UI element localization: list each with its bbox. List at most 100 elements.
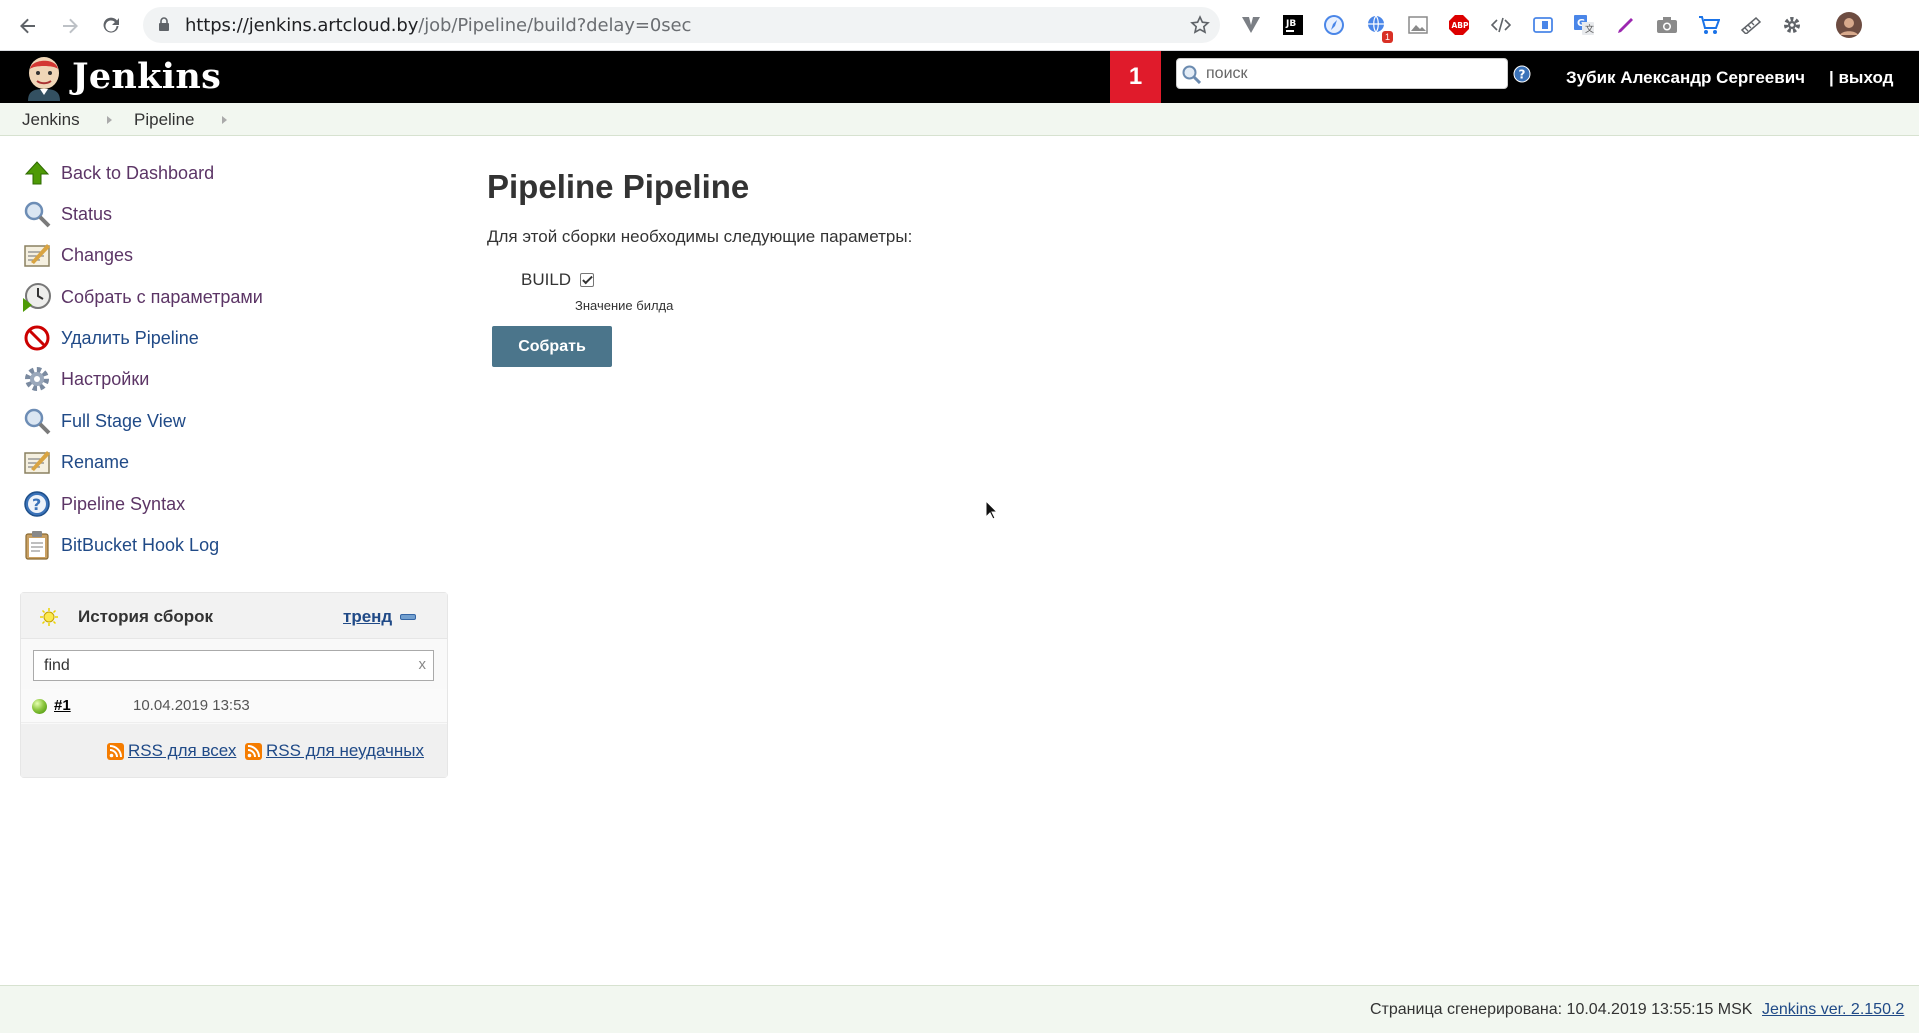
google-translate-icon[interactable]: G文 <box>1571 12 1597 38</box>
screen-reader-icon[interactable] <box>1530 12 1556 38</box>
whatsnew-icon[interactable] <box>1738 12 1764 38</box>
notepad-icon <box>22 447 52 477</box>
up-arrow-icon <box>22 158 52 188</box>
vuetify-icon[interactable] <box>1238 12 1264 38</box>
task-label: BitBucket Hook Log <box>61 534 220 555</box>
task-label: Status <box>61 203 113 224</box>
cart-icon[interactable] <box>1696 12 1722 38</box>
parameter-name: BUILD <box>521 270 572 289</box>
task-bitbucket-hook-log[interactable]: BitBucket Hook Log <box>22 530 219 560</box>
url-path: /job/Pipeline/build?delay=0sec <box>418 15 692 36</box>
task-pipeline-syntax[interactable]: ? Pipeline Syntax <box>22 489 185 519</box>
build-submit-button[interactable]: Собрать <box>492 326 612 367</box>
rss-icon <box>107 742 124 760</box>
rss-all-label: RSS для всех <box>128 741 237 760</box>
jenkins-logo-icon[interactable] <box>22 55 66 101</box>
search-input[interactable] <box>1204 62 1499 86</box>
page-title: Pipeline Pipeline <box>487 168 750 205</box>
build-search-box[interactable]: x <box>33 650 434 681</box>
reload-icon <box>103 17 119 33</box>
clock-icon <box>22 282 52 312</box>
breadcrumb-pipeline[interactable]: Pipeline <box>134 110 195 130</box>
build-date[interactable]: 10.04.2019 13:53 <box>133 697 250 714</box>
adblock-icon[interactable]: ABP <box>1446 12 1472 38</box>
build-number-link[interactable]: #1 <box>54 697 71 714</box>
back-arrow-icon <box>20 18 35 34</box>
svg-text:?: ? <box>32 495 41 514</box>
rss-all-link[interactable]: RSS для всех <box>107 741 236 761</box>
breadcrumb-chevron-icon[interactable] <box>107 116 112 124</box>
task-label: Удалить Pipeline <box>61 327 199 348</box>
rss-icon <box>245 742 262 760</box>
build-history-widget: История сборок тренд x #1 10.04.2019 13:… <box>20 592 448 778</box>
trend-link[interactable]: тренд <box>343 607 392 627</box>
code-icon[interactable] <box>1488 12 1514 38</box>
task-build-with-parameters[interactable]: Собрать с параметрами <box>22 282 263 312</box>
logout-link[interactable]: | выход <box>1829 68 1893 88</box>
generated-timestamp: Страница сгенерирована: 10.04.2019 13:55… <box>1370 1001 1753 1018</box>
pen-icon[interactable] <box>1613 12 1639 38</box>
settings-gear-icon[interactable] <box>1779 12 1805 38</box>
rss-failed-label: RSS для неудачных <box>266 741 424 760</box>
forward-arrow-icon <box>63 18 78 34</box>
jenkins-header: Jenkins 1 ? Зубик Александр Сергеевич | … <box>0 51 1919 103</box>
build-search-input[interactable] <box>42 655 402 677</box>
collapse-icon[interactable] <box>400 614 416 620</box>
success-ball-icon[interactable] <box>32 699 47 714</box>
task-label: Собрать с параметрами <box>61 286 263 307</box>
svg-text:文: 文 <box>1585 23 1594 35</box>
parameters-description: Для этой сборки необходимы следующие пар… <box>487 227 913 246</box>
camera-icon[interactable] <box>1654 12 1680 38</box>
task-label: Pipeline Syntax <box>61 493 186 514</box>
task-status[interactable]: Status <box>22 199 112 229</box>
rss-bar: RSS для всех RSS для неудачных <box>21 724 447 777</box>
url-host: https://jenkins.artcloud.by <box>185 15 419 36</box>
task-delete-pipeline[interactable]: Удалить Pipeline <box>22 323 199 353</box>
address-bar[interactable]: https://jenkins.artcloud.by/job/Pipeline… <box>143 7 1220 43</box>
jenkins-title[interactable]: Jenkins <box>72 56 221 97</box>
breadcrumb-jenkins[interactable]: Jenkins <box>22 110 80 130</box>
jenkins-version-link[interactable]: Jenkins ver. 2.150.2 <box>1762 1001 1904 1019</box>
breadcrumb: Jenkins Pipeline <box>0 103 1919 136</box>
task-settings[interactable]: Настройки <box>22 364 149 394</box>
svg-text:ABP: ABP <box>1452 21 1470 30</box>
back-button[interactable] <box>14 12 42 40</box>
reload-button[interactable] <box>97 12 125 40</box>
svg-text:?: ? <box>1519 68 1526 82</box>
task-back-to-dashboard[interactable]: Back to Dashboard <box>22 158 214 188</box>
url-text: https://jenkins.artcloud.by/job/Pipeline… <box>185 15 691 36</box>
search-help-icon[interactable]: ? <box>1513 65 1531 83</box>
task-changes[interactable]: Changes <box>22 240 133 270</box>
notification-counter[interactable]: 1 <box>1110 51 1161 103</box>
parameter-help-text: Значение билда <box>575 298 674 313</box>
translate-globe-icon[interactable]: 1 <box>1364 12 1393 43</box>
search-box[interactable] <box>1176 58 1508 89</box>
task-label: Full Stage View <box>61 410 186 431</box>
no-entry-icon <box>22 323 52 353</box>
clipboard-icon <box>22 530 52 560</box>
task-label: Настройки <box>61 368 150 389</box>
profile-avatar[interactable] <box>1836 12 1862 38</box>
svg-text:JB: JB <box>1285 19 1296 29</box>
image-icon[interactable] <box>1405 12 1431 38</box>
breadcrumb-chevron-icon[interactable] <box>222 116 227 124</box>
bookmark-star-icon[interactable] <box>1190 15 1210 35</box>
task-label: Rename <box>61 451 130 472</box>
task-label: Back to Dashboard <box>61 162 215 183</box>
task-rename[interactable]: Rename <box>22 447 129 477</box>
safari-icon[interactable] <box>1321 12 1347 38</box>
browser-toolbar: https://jenkins.artcloud.by/job/Pipeline… <box>0 0 1919 51</box>
task-full-stage-view[interactable]: Full Stage View <box>22 406 186 436</box>
lock-icon <box>159 17 169 31</box>
user-name-link[interactable]: Зубик Александр Сергеевич <box>1566 68 1805 88</box>
sun-icon <box>40 608 58 626</box>
jetbrains-icon[interactable]: JB <box>1280 12 1306 38</box>
build-parameter-checkbox[interactable] <box>580 273 594 287</box>
help-icon: ? <box>22 489 52 519</box>
build-history-title: История сборок <box>78 607 214 626</box>
clear-search-button[interactable]: x <box>419 656 427 673</box>
gear-icon <box>22 364 52 394</box>
notepad-icon <box>22 240 52 270</box>
rss-failed-link[interactable]: RSS для неудачных <box>245 741 424 761</box>
forward-button[interactable] <box>56 12 84 40</box>
